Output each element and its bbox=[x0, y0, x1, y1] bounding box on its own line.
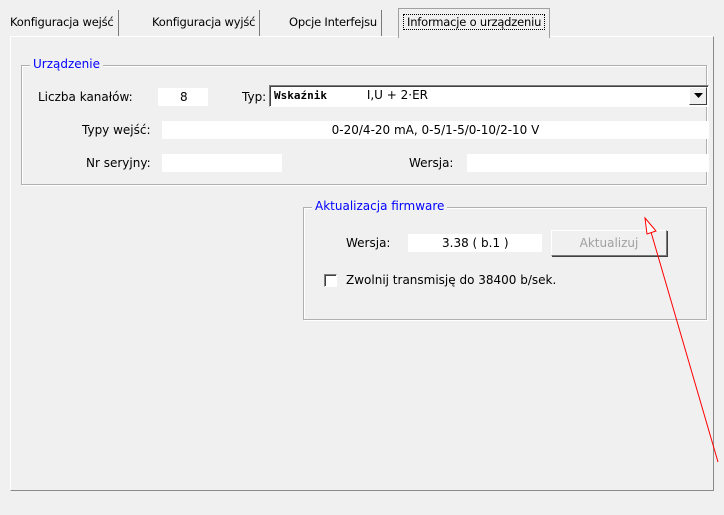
firmware-version-value: 3.38 ( b.1 ) bbox=[408, 234, 542, 252]
tab-output-config[interactable]: Konfiguracja wyjść bbox=[148, 10, 261, 36]
firmware-version-label: Wersja: bbox=[346, 236, 391, 250]
type-select-value: Wskaźnik I,U + 2·ER bbox=[274, 88, 428, 102]
serial-value bbox=[162, 154, 282, 172]
type-select-dropdown-button[interactable] bbox=[689, 87, 707, 105]
channels-value: 8 bbox=[158, 88, 208, 106]
device-version-value bbox=[467, 154, 709, 172]
type-select[interactable]: Wskaźnik I,U + 2·ER bbox=[269, 85, 709, 107]
tab-device-info-label: Informacje o urządzeniu bbox=[403, 14, 546, 30]
device-version-label: Wersja: bbox=[409, 156, 454, 170]
tab-device-info[interactable]: Informacje o urządzeniu bbox=[398, 8, 551, 38]
tab-input-config[interactable]: Konfiguracja wejść bbox=[6, 10, 119, 36]
slow-transmission-checkbox[interactable] bbox=[324, 274, 337, 287]
tab-interface-options[interactable]: Opcje Interfejsu bbox=[285, 10, 382, 36]
type-select-value-suffix: I,U + 2·ER bbox=[366, 88, 429, 102]
input-types-value: 0-20/4-20 mA, 0-5/1-5/0-10/2-10 V bbox=[162, 121, 709, 139]
type-select-value-prefix: Wskaźnik bbox=[274, 89, 327, 102]
channels-label: Liczba kanałów: bbox=[38, 90, 133, 104]
device-info-panel: Urządzenie Liczba kanałów: 8 Typ: Wskaźn… bbox=[10, 36, 714, 491]
input-types-label: Typy wejść: bbox=[82, 123, 151, 137]
slow-transmission-label[interactable]: Zwolnij transmisję do 38400 b/sek. bbox=[346, 273, 556, 287]
update-firmware-button[interactable]: Aktualizuj bbox=[551, 230, 667, 256]
type-label: Typ: bbox=[242, 90, 267, 104]
chevron-down-icon bbox=[694, 93, 703, 98]
firmware-group: Aktualizacja firmware Wersja: 3.38 ( b.1… bbox=[303, 199, 707, 320]
device-group: Urządzenie Liczba kanałów: 8 Typ: Wskaźn… bbox=[21, 57, 709, 185]
device-group-legend: Urządzenie bbox=[30, 57, 103, 71]
firmware-group-legend: Aktualizacja firmware bbox=[312, 199, 448, 213]
serial-label: Nr seryjny: bbox=[86, 156, 151, 170]
